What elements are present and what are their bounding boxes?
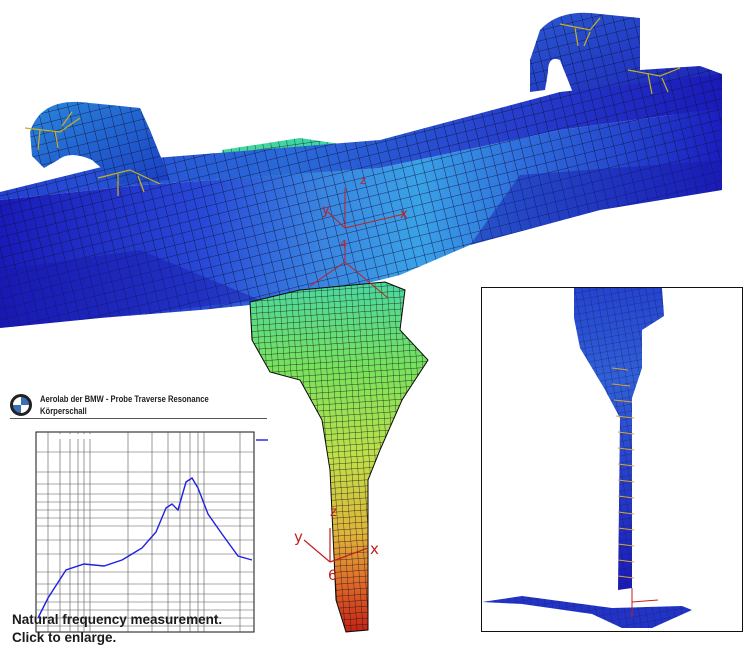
axis-y-label-2: y xyxy=(294,528,303,546)
axis-z-label-2: z xyxy=(330,505,337,520)
inset-subtitle: Körperschall xyxy=(40,406,87,416)
inset-title: Aerolab der BMW - Probe Traverse Resonan… xyxy=(40,394,209,404)
frequency-plot xyxy=(35,431,268,633)
axis-y-label: y xyxy=(322,203,330,218)
axis-x-label-2: x xyxy=(370,540,379,558)
axis-id-label: 4 xyxy=(340,238,347,251)
probe-stem xyxy=(249,281,429,633)
enlarge-link-text[interactable]: Click to enlarge. xyxy=(12,630,116,645)
axis-x-label: x xyxy=(400,207,408,222)
inset-divider xyxy=(10,418,267,419)
detail-view-drawing xyxy=(482,288,692,628)
axis-id-label-2: 6 xyxy=(328,568,337,584)
inset-header: Aerolab der BMW - Probe Traverse Resonan… xyxy=(10,392,265,420)
caption-title: Natural frequency measurement. xyxy=(12,612,223,627)
axis-z-label: z xyxy=(360,174,366,187)
detail-view-panel xyxy=(481,287,743,632)
enlarge-link[interactable]: Click to enlarge. xyxy=(12,630,116,645)
measurement-inset[interactable]: Aerolab der BMW - Probe Traverse Resonan… xyxy=(0,384,272,648)
legend-box xyxy=(52,434,112,439)
bmw-logo-icon xyxy=(10,394,32,416)
